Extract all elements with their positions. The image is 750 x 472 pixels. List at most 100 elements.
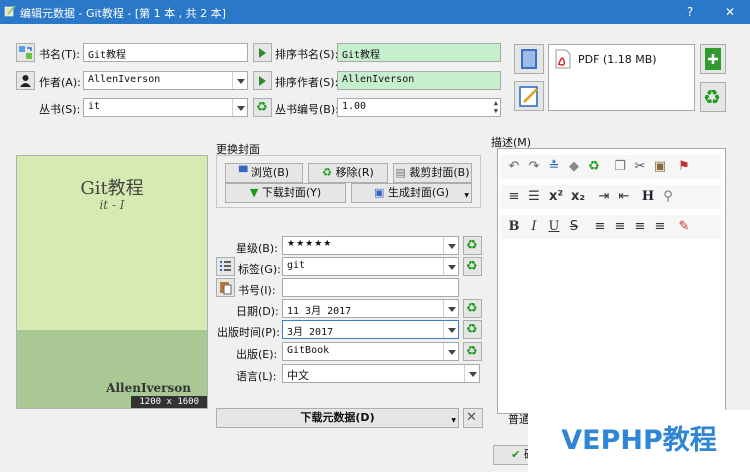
copy-author-to-sort-button[interactable] bbox=[253, 71, 272, 90]
watermark-logo: VEPHP教程 bbox=[528, 410, 750, 472]
tags-combobox[interactable]: git bbox=[282, 257, 459, 276]
language-value: 中文 bbox=[287, 369, 309, 382]
clear-date-button[interactable]: ♻ bbox=[463, 299, 482, 318]
series-number-spinbox[interactable]: 1.00 ▲ ▼ bbox=[337, 98, 501, 117]
pubdate-combobox[interactable]: 3月 2017 bbox=[282, 320, 459, 339]
strikethrough-line-icon[interactable]: ≛ bbox=[546, 159, 562, 175]
clear-rating-button[interactable]: ♻ bbox=[463, 236, 482, 255]
chevron-down-icon[interactable] bbox=[443, 237, 458, 254]
sort-author-input[interactable]: AllenIverson bbox=[337, 71, 501, 90]
bold-icon[interactable]: B bbox=[506, 219, 522, 235]
recycle-icon: ♻ bbox=[466, 344, 478, 359]
link-icon[interactable]: ⚲ bbox=[660, 189, 676, 205]
menu-arrow-icon: ▼ bbox=[451, 417, 456, 424]
help-button[interactable]: ? bbox=[676, 0, 704, 24]
date-combobox[interactable]: 11 3月 2017 bbox=[282, 299, 459, 318]
publisher-label: 出版(E): bbox=[236, 348, 278, 361]
publisher-combobox[interactable]: GitBook bbox=[282, 342, 459, 361]
cover-preview: Git教程 it - I AllenIverson 1200 x 1600 bbox=[16, 155, 208, 409]
undo-icon[interactable]: ↶ bbox=[506, 159, 522, 175]
download-cover-label: 下载封面(Y) bbox=[261, 186, 322, 199]
outdent-icon[interactable]: ⇤ bbox=[616, 189, 632, 205]
chevron-down-icon[interactable] bbox=[443, 343, 458, 360]
title-sort-swap-button[interactable] bbox=[16, 43, 35, 62]
download-cover-button[interactable]: ▼ 下载封面(Y) bbox=[225, 183, 346, 203]
clear-publisher-button[interactable]: ♻ bbox=[463, 342, 482, 361]
format-item-pdf[interactable]: PDF (1.18 MB) bbox=[578, 53, 657, 66]
comments-editor[interactable]: ↶ ↷ ≛ ◆ ♻ ❐ ✂ ▣ ⚑ ≡ ☰ x² x₂ ⇥ ⇤ H ⚲ B I … bbox=[497, 148, 726, 426]
copy-title-to-sort-button[interactable] bbox=[253, 43, 272, 62]
list-icon bbox=[220, 261, 231, 271]
publisher-value: GitBook bbox=[287, 345, 330, 356]
subscript-icon[interactable]: x₂ bbox=[570, 189, 586, 205]
author-combobox[interactable]: AllenIverson bbox=[83, 71, 248, 90]
redo-icon[interactable]: ↷ bbox=[526, 159, 542, 175]
download-metadata-button[interactable]: 下载元数据(D) ▼ bbox=[216, 408, 459, 428]
align-left-icon[interactable]: ≡ bbox=[592, 219, 608, 235]
add-format-button[interactable] bbox=[700, 44, 726, 74]
generate-cover-label: 生成封面(G) bbox=[387, 186, 449, 199]
chevron-down-icon[interactable] bbox=[443, 258, 458, 275]
spin-arrows-icon[interactable]: ▲ ▼ bbox=[494, 99, 498, 115]
pubdate-label: 出版时间(P): bbox=[217, 326, 280, 339]
rating-value: ★★★★★ bbox=[287, 239, 333, 249]
align-center-icon[interactable]: ≡ bbox=[612, 219, 628, 235]
indent-icon[interactable]: ⇥ bbox=[596, 189, 612, 205]
recycle-icon: ♻ bbox=[322, 166, 333, 179]
align-right-icon[interactable]: ≡ bbox=[632, 219, 648, 235]
trim-cover-button[interactable]: ▤ 裁剪封面(B) bbox=[393, 163, 472, 183]
superscript-icon[interactable]: x² bbox=[548, 189, 564, 205]
sort-title-input[interactable]: Git教程 bbox=[337, 43, 501, 62]
browse-cover-button[interactable]: ▀ 浏览(B) bbox=[225, 163, 303, 183]
edit-tags-button[interactable] bbox=[216, 257, 235, 276]
cover-series: it - I bbox=[99, 198, 125, 212]
editor-mode-tab[interactable]: 普通 bbox=[508, 411, 530, 427]
set-metadata-from-format-button[interactable] bbox=[514, 81, 544, 111]
paste-isbn-button[interactable] bbox=[216, 278, 235, 297]
title-label: 书名(T): bbox=[39, 48, 81, 61]
chevron-down-icon[interactable] bbox=[232, 72, 247, 89]
remove-format-button[interactable]: ♻ bbox=[700, 82, 726, 112]
book-cover-icon: ▣ bbox=[373, 186, 385, 199]
justify-icon[interactable]: ≡ bbox=[652, 219, 668, 235]
underline-icon[interactable]: U bbox=[546, 219, 562, 235]
paste-icon bbox=[220, 282, 232, 295]
recycle-icon[interactable]: ♻ bbox=[586, 159, 602, 175]
user-icon bbox=[20, 75, 31, 87]
edit-document-icon bbox=[519, 86, 538, 107]
chevron-down-icon[interactable] bbox=[443, 300, 458, 317]
series-combobox[interactable]: it bbox=[83, 98, 248, 117]
unordered-list-icon[interactable]: ☰ bbox=[526, 189, 542, 205]
author-value: AllenIverson bbox=[88, 74, 161, 85]
recycle-icon: ♻ bbox=[466, 238, 478, 253]
chevron-down-icon[interactable] bbox=[464, 365, 479, 382]
title-input[interactable]: Git教程 bbox=[83, 43, 248, 62]
copy-icon[interactable]: ❐ bbox=[612, 159, 628, 175]
text-color-icon[interactable]: ✎ bbox=[676, 219, 692, 235]
isbn-input[interactable] bbox=[282, 278, 459, 297]
clear-tags-button[interactable]: ♻ bbox=[463, 257, 482, 276]
close-button[interactable]: ✕ bbox=[716, 0, 744, 24]
cut-icon[interactable]: ✂ bbox=[632, 159, 648, 175]
generate-cover-button[interactable]: ▣ 生成封面(G) ▼ bbox=[351, 183, 472, 203]
clear-series-button[interactable]: ♻ bbox=[253, 98, 272, 117]
cover-author: AllenIverson bbox=[106, 381, 191, 395]
paste-icon[interactable]: ▣ bbox=[652, 159, 668, 175]
configure-download-button[interactable]: ✕ bbox=[463, 408, 483, 428]
ordered-list-icon[interactable]: ≡ bbox=[506, 189, 522, 205]
formats-list[interactable]: PDF (1.18 MB) bbox=[548, 44, 695, 111]
italic-icon[interactable]: I bbox=[526, 219, 542, 235]
chevron-down-icon[interactable] bbox=[443, 321, 458, 338]
clear-pubdate-button[interactable]: ♻ bbox=[463, 320, 482, 339]
highlight-icon[interactable]: ⚑ bbox=[676, 159, 692, 175]
heading-icon[interactable]: H bbox=[640, 189, 656, 205]
recycle-icon: ♻ bbox=[466, 322, 478, 337]
rating-combobox[interactable]: ★★★★★ bbox=[282, 236, 459, 255]
language-combobox[interactable]: 中文 bbox=[282, 364, 480, 383]
eraser-icon[interactable]: ◆ bbox=[566, 159, 582, 175]
chevron-down-icon[interactable] bbox=[232, 99, 247, 116]
author-manage-button[interactable] bbox=[16, 71, 35, 90]
remove-cover-button[interactable]: ♻ 移除(R) bbox=[308, 163, 388, 183]
strikethrough-icon[interactable]: S bbox=[566, 219, 582, 235]
set-cover-from-format-button[interactable] bbox=[514, 44, 544, 74]
